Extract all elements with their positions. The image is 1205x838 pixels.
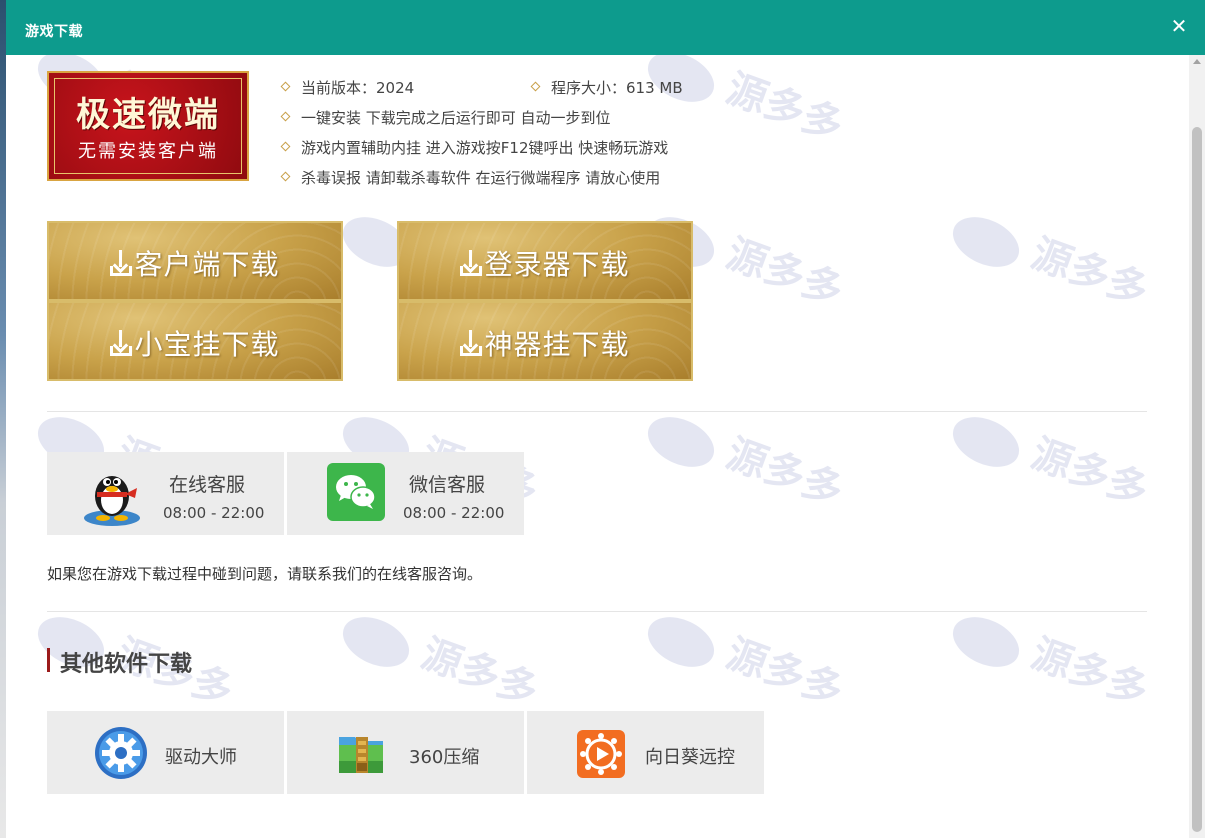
info-line: 一键安装 下载完成之后运行即可 自动一步到位 — [280, 107, 611, 128]
client-download-button[interactable]: 客户端下载 — [47, 221, 343, 301]
wechat-icon — [327, 463, 385, 521]
dialog-titlebar: 游戏下载 ✕ — [6, 0, 1205, 55]
online-support-label: 在线客服 — [169, 474, 246, 496]
download-icon — [110, 250, 133, 276]
driver-master-label: 驱动大师 — [165, 747, 237, 768]
360zip-icon — [339, 737, 383, 773]
dialog-title: 游戏下载 — [25, 24, 83, 40]
360zip-item[interactable]: 360压缩 — [287, 711, 524, 794]
driver-master-icon — [95, 727, 147, 779]
shenqi-download-button[interactable]: 神器挂下载 — [397, 301, 693, 381]
download-dialog: 游戏下载 ✕ 源多多 源多多 源多多 源多多 源多多 源多多 源多多 源多多 源… — [6, 0, 1205, 838]
sunflower-remote-item[interactable]: 向日葵远控 — [527, 711, 764, 794]
sunflower-remote-label: 向日葵远控 — [645, 747, 735, 768]
wechat-support-hours: 08:00 - 22:00 — [403, 504, 505, 522]
close-icon[interactable]: ✕ — [1167, 14, 1191, 38]
info-line: 游戏内置辅助内挂 进入游戏按F12键呼出 快速畅玩游戏 — [280, 137, 668, 158]
sunflower-remote-icon — [577, 730, 625, 778]
scrollbar-thumb[interactable] — [1192, 127, 1202, 832]
qq-penguin-icon — [84, 476, 140, 526]
watermark: 源多多 — [944, 207, 1171, 370]
divider — [47, 411, 1147, 412]
section-title: 其他软件下载 — [60, 652, 193, 677]
wechat-support-label: 微信客服 — [409, 474, 486, 496]
wechat-support-card[interactable]: 微信客服 08:00 - 22:00 — [287, 452, 524, 535]
launcher-download-button[interactable]: 登录器下载 — [397, 221, 693, 301]
vertical-scrollbar[interactable] — [1189, 55, 1205, 838]
logo-main-text: 极速微端 — [76, 95, 220, 135]
watermark: 源多多 — [944, 407, 1171, 570]
download-icon — [110, 330, 133, 356]
xiaobao-download-button[interactable]: 小宝挂下载 — [47, 301, 343, 381]
support-notice: 如果您在游戏下载过程中碰到问题，请联系我们的在线客服咨询。 — [47, 565, 483, 583]
watermark: 源多多 — [639, 407, 866, 570]
info-version: 当前版本：2024 — [280, 77, 414, 98]
logo-sub-text: 无需安装客户端 — [78, 141, 218, 162]
info-size: 程序大小：613 MB — [530, 77, 683, 98]
watermark: 源多多 — [944, 607, 1171, 770]
online-support-hours: 08:00 - 22:00 — [163, 504, 265, 522]
dialog-content: 源多多 源多多 源多多 源多多 源多多 源多多 源多多 源多多 源多多 源多多 … — [6, 55, 1189, 838]
360zip-label: 360压缩 — [409, 747, 480, 768]
driver-master-item[interactable]: 驱动大师 — [47, 711, 284, 794]
online-support-card[interactable]: 在线客服 08:00 - 22:00 — [47, 452, 284, 535]
scroll-up-arrow-icon[interactable] — [1193, 59, 1201, 64]
divider — [47, 611, 1147, 612]
download-icon — [460, 250, 483, 276]
section-accent — [47, 648, 50, 672]
micro-client-logo: 极速微端 无需安装客户端 — [47, 71, 249, 181]
download-icon — [460, 330, 483, 356]
info-line: 杀毒误报 请卸载杀毒软件 在运行微端程序 请放心使用 — [280, 167, 660, 188]
